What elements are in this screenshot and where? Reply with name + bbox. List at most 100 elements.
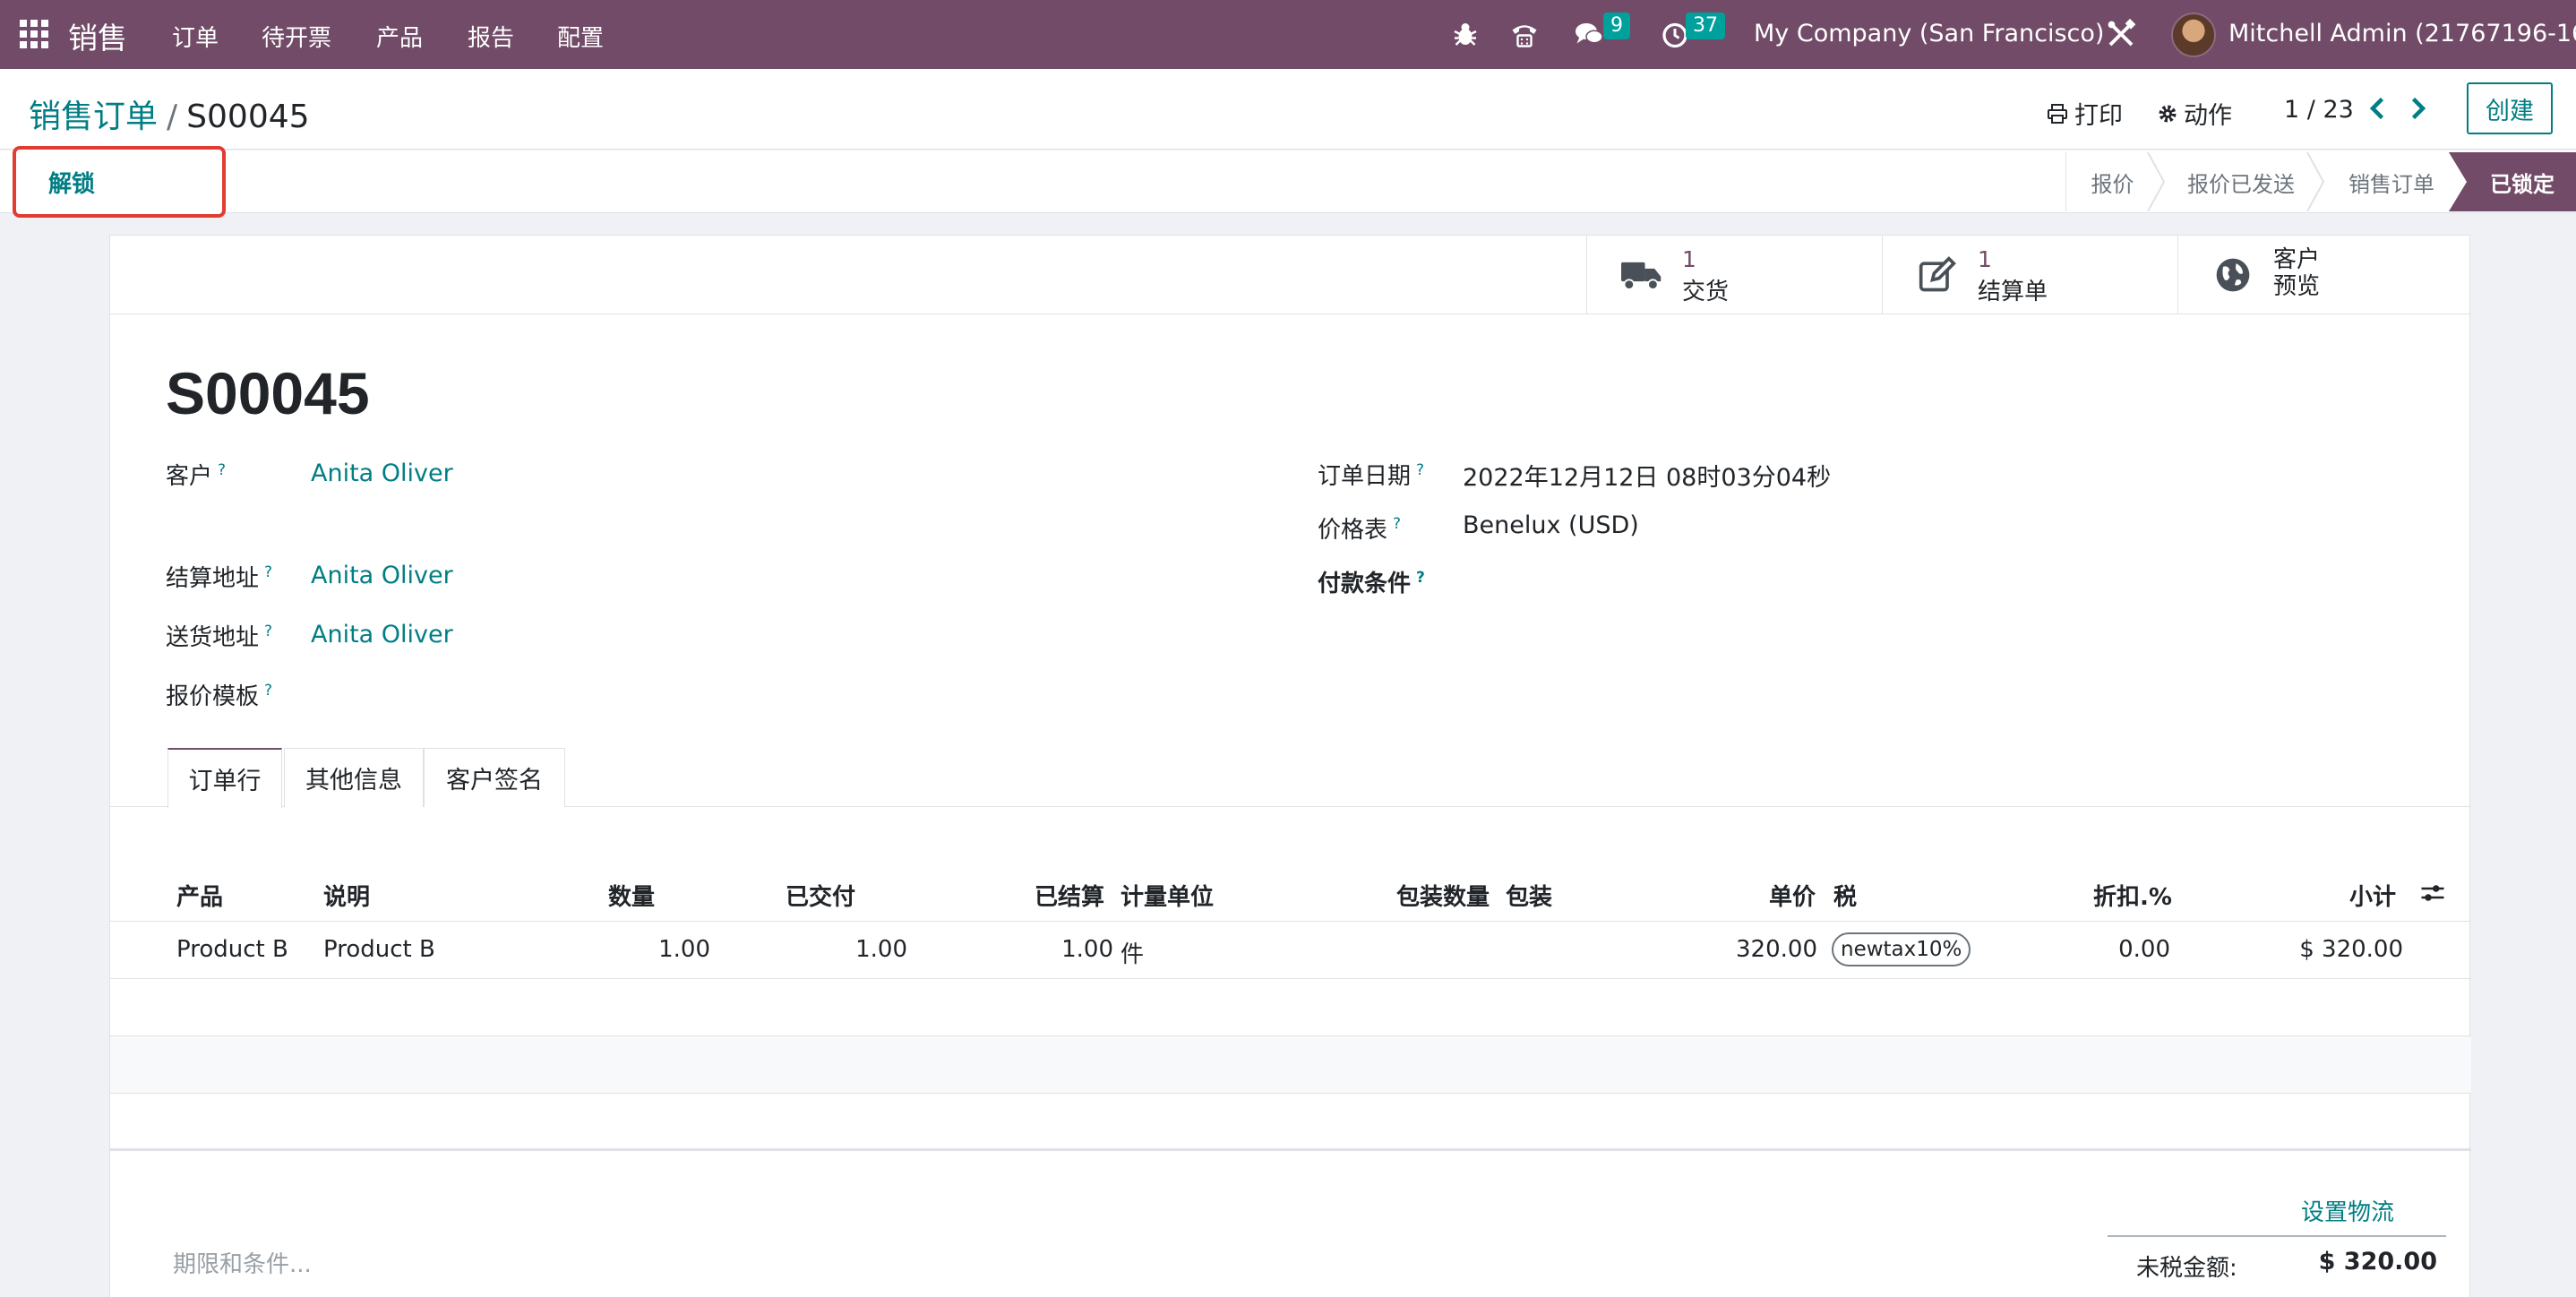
quote-template-label: 报价模板? (166, 682, 273, 710)
invoice-smart-button[interactable]: 1 结算单 (1882, 236, 2177, 314)
help-icon[interactable]: ? (264, 563, 272, 581)
row-product[interactable]: Product B (176, 936, 288, 963)
invoice-label: 结算单 (1978, 279, 2048, 305)
menu-to-invoice[interactable]: 待开票 (262, 20, 331, 53)
pager-next-icon[interactable] (2404, 92, 2431, 125)
debug-bug-icon[interactable] (1449, 18, 1481, 50)
stage-quotation[interactable]: 报价 (2065, 152, 2159, 211)
tab-order-lines[interactable]: 订单行 (167, 748, 282, 808)
app-name[interactable]: 销售 (68, 14, 127, 57)
preview-label: 客户 预览 (2273, 246, 2320, 300)
preview-label-line2: 预览 (2273, 273, 2321, 300)
create-button[interactable]: 创建 (2467, 82, 2553, 134)
row-discount[interactable]: 0.00 (2009, 936, 2170, 963)
control-panel: 销售订单 / S00045 打印 动作 1 / 23 (0, 69, 2576, 150)
row-quantity[interactable]: 1.00 (612, 936, 710, 963)
col-product[interactable]: 产品 (176, 879, 223, 912)
help-icon[interactable]: ? (1416, 461, 1424, 479)
phone-icon[interactable] (1508, 18, 1541, 50)
terms-and-conditions-field[interactable]: 期限和条件... (173, 1246, 312, 1279)
activities-badge: 37 (1686, 13, 1725, 39)
row-unit-price[interactable]: 320.00 (1678, 936, 1817, 963)
delivery-count: 1 (1682, 246, 1696, 272)
customer-field[interactable]: Anita Oliver (311, 460, 453, 487)
delivery-smart-button[interactable]: 1 交货 (1586, 236, 1882, 314)
col-taxes[interactable]: 税 (1833, 879, 1857, 912)
stage-divider (2449, 152, 2467, 211)
gear-icon (2159, 105, 2177, 122)
delivery-address-field[interactable]: Anita Oliver (311, 621, 453, 648)
row-delivered[interactable]: 1.00 (809, 936, 907, 963)
empty-row (110, 1036, 2471, 1094)
smart-button-box: 1 交货 1 结算单 客户 预览 (110, 236, 2471, 314)
breadcrumb-parent[interactable]: 销售订单 (29, 99, 158, 135)
help-icon[interactable]: ? (1416, 569, 1425, 587)
invoice-address-field[interactable]: Anita Oliver (311, 562, 453, 589)
col-quantity[interactable]: 数量 (608, 879, 655, 912)
globe-icon (2216, 258, 2250, 292)
messages-badge: 9 (1603, 13, 1630, 39)
row-invoiced[interactable]: 1.00 (1015, 936, 1113, 963)
col-delivered[interactable]: 已交付 (786, 879, 855, 912)
top-navbar: 销售 订单 待开票 产品 报告 配置 9 37 My Company (San … (0, 0, 2576, 69)
unlock-button[interactable]: 解锁 (13, 146, 226, 218)
order-lines-header: 产品 说明 数量 已交付 已结算 计量单位 包装数量 包装 单价 税 折扣.% … (110, 863, 2471, 922)
stage-quotation-sent[interactable]: 报价已发送 (2166, 152, 2316, 211)
pricelist-label: 价格表? (1318, 515, 1402, 544)
row-tax-tag[interactable]: newtax10% (1832, 932, 1971, 966)
col-packaging-qty[interactable]: 包装数量 (1396, 879, 1490, 912)
order-date-field[interactable]: 2022年12月12日 08时03分04秒 (1463, 458, 1831, 493)
col-subtotal[interactable]: 小计 (2349, 879, 2396, 912)
user-menu[interactable]: Mitchell Admin (21767196-16-0 (2228, 20, 2576, 47)
messages-icon[interactable] (1573, 18, 1605, 50)
preview-label-line1: 客户 (2273, 246, 2321, 273)
payment-terms-label: 付款条件? (1318, 569, 1425, 597)
customer-label: 客户? (166, 461, 227, 490)
optional-columns-icon[interactable] (2419, 880, 2446, 906)
order-date-label: 订单日期? (1318, 461, 1425, 490)
col-packaging[interactable]: 包装 (1506, 879, 1552, 912)
table-row[interactable]: Product B Product B 1.00 1.00 1.00 件 320… (110, 922, 2471, 979)
menu-reporting[interactable]: 报告 (468, 20, 514, 53)
pager-previous-icon[interactable] (2365, 92, 2391, 125)
help-icon[interactable]: ? (264, 682, 272, 700)
company-switcher[interactable]: My Company (San Francisco) (1754, 20, 2104, 47)
row-subtotal: $ 320.00 (2299, 936, 2403, 963)
col-uom[interactable]: 计量单位 (1121, 879, 1214, 912)
stage-sales-order[interactable]: 销售订单 (2325, 152, 2458, 211)
print-label: 打印 (2074, 102, 2123, 130)
delivery-label: 交货 (1682, 279, 1730, 305)
col-invoiced[interactable]: 已结算 (1035, 879, 1104, 912)
stage-divider (2147, 152, 2166, 211)
help-icon[interactable]: ? (1393, 515, 1401, 533)
breadcrumb-current: S00045 (186, 99, 310, 135)
menu-products[interactable]: 产品 (376, 20, 423, 53)
menu-configuration[interactable]: 配置 (557, 20, 604, 53)
empty-row (110, 1094, 2471, 1151)
customer-preview-smart-button[interactable]: 客户 预览 (2177, 236, 2473, 314)
row-description[interactable]: Product B (323, 936, 435, 963)
print-button[interactable]: 打印 (2046, 96, 2123, 131)
help-icon[interactable]: ? (264, 623, 272, 640)
row-uom[interactable]: 件 (1121, 936, 1144, 969)
tab-other-info[interactable]: 其他信息 (284, 748, 424, 807)
delivery-address-label: 送货地址? (166, 623, 273, 651)
tools-icon[interactable] (2105, 18, 2137, 50)
pricelist-field[interactable]: Benelux (USD) (1463, 511, 1639, 539)
form-sheet: 1 交货 1 结算单 客户 预览 S00045 客户? Anita Oliver … (109, 235, 2471, 1297)
menu-orders[interactable]: 订单 (172, 20, 219, 53)
breadcrumb-separator: / (167, 99, 178, 135)
pager-value[interactable]: 1 / 23 (2284, 96, 2354, 124)
set-logistics-link[interactable]: 设置物流 (2301, 1194, 2394, 1227)
col-description[interactable]: 说明 (323, 879, 370, 912)
col-unit-price[interactable]: 单价 (1769, 879, 1816, 912)
apps-menu-icon[interactable] (20, 20, 48, 48)
col-discount[interactable]: 折扣.% (2093, 879, 2172, 912)
user-avatar[interactable] (2171, 13, 2216, 57)
edit-invoice-icon (1919, 256, 1956, 292)
help-icon[interactable]: ? (218, 461, 226, 479)
order-title: S00045 (166, 360, 370, 426)
tab-customer-signature[interactable]: 客户签名 (424, 748, 565, 807)
breadcrumb: 销售订单 / S00045 (29, 90, 310, 137)
action-button[interactable]: 动作 (2157, 96, 2232, 131)
